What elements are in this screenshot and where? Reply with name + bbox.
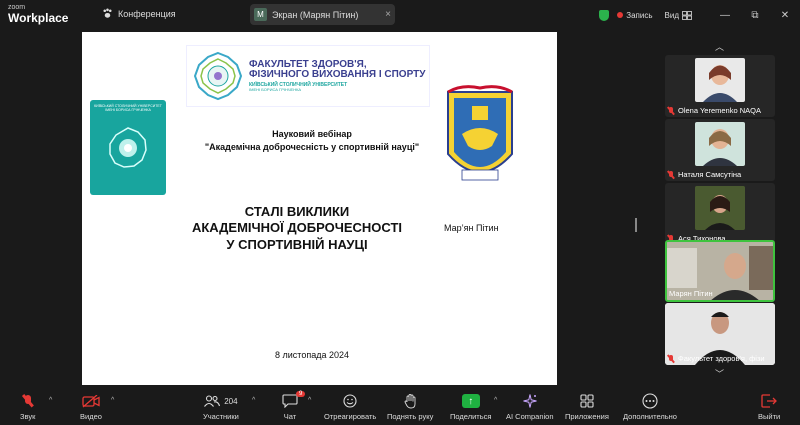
sparkle-icon [523, 394, 537, 408]
react-button[interactable]: Отреагировать [324, 392, 376, 421]
participant-name: Факультет здоров'я, фізи [678, 354, 765, 363]
chevron-up-icon[interactable]: ︿ [715, 40, 724, 53]
university-logo-text: КИЇВСЬКИЙ СТОЛИЧНИЙ УНІВЕРСИТЕТ ІМЕНІ БО… [94, 104, 162, 113]
mic-off-icon [667, 106, 675, 115]
university-logo: КИЇВСЬКИЙ СТОЛИЧНИЙ УНІВЕРСИТЕТ ІМЕНІ БО… [90, 100, 166, 195]
ai-companion-button[interactable]: AI Companion [506, 392, 554, 421]
share-screen-icon: ↑ [461, 394, 480, 408]
participants-count: 204 [224, 396, 238, 406]
react-label: Отреагировать [324, 412, 377, 421]
record-label: Запись [626, 10, 653, 20]
participant-name: Olena Yeremenko NAQA [678, 106, 761, 115]
participants-icon [204, 395, 221, 407]
meeting-toolbar: Звук ^ Видео ^ 204 Участники ^ 9 Чат ^ О… [0, 390, 800, 425]
mic-off-icon [22, 395, 34, 407]
screen-share-label: Экран (Марян Пітин) [272, 9, 359, 20]
exit-icon [761, 394, 778, 408]
chat-badge: 9 [296, 391, 306, 397]
more-button[interactable]: Дополнительно [623, 392, 677, 421]
zoom-logo: zoom Workplace [8, 4, 68, 24]
faculty-logo-icon [193, 51, 243, 101]
title-bar: zoom Workplace Конференция M Экран (Маря… [0, 0, 800, 30]
ai-label: AI Companion [506, 412, 554, 421]
chevron-up-icon[interactable]: ^ [111, 397, 114, 404]
slide-title: СТАЛІ ВИКЛИКИ АКАДЕМІЧНОЇ ДОБРОЧЕСНОСТІ … [162, 204, 432, 253]
video-button[interactable]: Видео [80, 392, 102, 421]
mic-off-icon [667, 354, 675, 363]
title-line-1: СТАЛІ ВИКЛИКИ [244, 204, 350, 219]
webinar-label: Науковий вебінар [272, 129, 352, 139]
smile-icon [343, 394, 357, 408]
participants-button[interactable]: 204 Участники [203, 392, 239, 421]
chevron-down-icon[interactable]: ﹀ [715, 367, 724, 380]
slide-author: Мар’ян Пітин [444, 223, 499, 233]
close-window-button[interactable]: ✕ [770, 10, 800, 21]
participants-label: Участники [203, 412, 239, 421]
university-emblem-icon [109, 127, 147, 168]
video-label: Видео [80, 412, 102, 421]
shared-screen: ФАКУЛЬТЕТ ЗДОРОВ'Я, ФІЗИЧНОГО ВИХОВАННЯ … [82, 32, 557, 385]
title-line-3: У СПОРТИВНІЙ НАУЦІ [226, 236, 368, 252]
raise-hand-button[interactable]: Поднять руку [387, 392, 433, 421]
record-dot-icon [617, 12, 624, 18]
title-line-2: АКАДЕМІЧНОЇ ДОБРОЧЕСНОСТІ [191, 220, 403, 236]
apps-label: Приложения [565, 412, 609, 421]
view-label: Вид [664, 10, 679, 20]
active-speaker-tile[interactable]: Марян Пітин [665, 240, 775, 302]
close-icon[interactable]: × [385, 9, 391, 20]
more-icon [642, 393, 658, 409]
chat-label: Чат [283, 412, 297, 421]
mic-off-icon [667, 170, 675, 179]
slide-date: 8 листопада 2024 [275, 350, 349, 360]
chat-button[interactable]: 9 Чат [282, 391, 306, 421]
screen-share-pill[interactable]: M Экран (Марян Пітин) × [250, 4, 395, 25]
leave-button[interactable]: Выйти [758, 392, 780, 421]
chat-icon [282, 394, 298, 408]
participant-photo [695, 58, 745, 102]
minimize-button[interactable]: — [710, 10, 740, 21]
faculty-banner: ФАКУЛЬТЕТ ЗДОРОВ'Я, ФІЗИЧНОГО ВИХОВАННЯ … [186, 45, 430, 107]
grid-icon [682, 10, 692, 20]
chevron-up-icon[interactable]: ^ [494, 397, 497, 404]
view-button[interactable]: Вид [665, 11, 692, 20]
leave-label: Выйти [758, 412, 781, 421]
apps-icon [580, 394, 594, 408]
participant-tile[interactable]: Olena Yeremenko NAQA [665, 55, 775, 117]
share-button[interactable]: ↑ Поделиться [450, 392, 491, 421]
chevron-up-icon[interactable]: ^ [308, 397, 311, 404]
participant-tile[interactable]: Наталя Самсутіна [665, 119, 775, 181]
video-off-icon [82, 394, 100, 407]
faculty-line-4: ІМЕНІ БОРИСА ГРІНЧЕНКА [249, 87, 302, 93]
participant-tile[interactable]: Факультет здоров'я, фізи [665, 303, 775, 365]
audio-button[interactable]: Звук [20, 392, 35, 421]
hand-icon [404, 393, 416, 408]
logo-bottom: Workplace [8, 11, 69, 25]
participant-name: Марян Пітин [669, 289, 713, 298]
webinar-topic: "Академічна доброчесність у спортивній н… [204, 142, 420, 153]
audio-label: Звук [20, 412, 36, 421]
presenter-initial: M [254, 8, 267, 21]
faculty-line-2: ФІЗИЧНОГО ВИХОВАННЯ І СПОРТУ [249, 69, 426, 81]
recording-indicator[interactable]: Запись [617, 10, 653, 20]
chevron-up-icon[interactable]: ^ [252, 397, 255, 404]
participant-photo [695, 186, 745, 230]
logo-top: zoom [8, 4, 26, 11]
more-label: Дополнительно [623, 412, 677, 421]
paw-icon [103, 8, 112, 18]
participant-tile[interactable]: Ася Тихонова [665, 183, 775, 245]
raise-hand-label: Поднять руку [387, 412, 434, 421]
shield-icon[interactable] [599, 9, 610, 21]
chevron-up-icon[interactable]: ^ [49, 397, 52, 404]
meeting-label: Конференция [118, 8, 176, 19]
apps-button[interactable]: Приложения [565, 392, 609, 421]
meeting-info[interactable]: Конференция [102, 8, 176, 19]
participant-name: Наталя Самсутіна [678, 170, 742, 179]
maximize-button[interactable]: ⧉ [740, 10, 770, 21]
gallery-resize-handle[interactable] [635, 218, 637, 232]
participant-photo [695, 122, 745, 166]
share-label: Поделиться [450, 412, 492, 421]
